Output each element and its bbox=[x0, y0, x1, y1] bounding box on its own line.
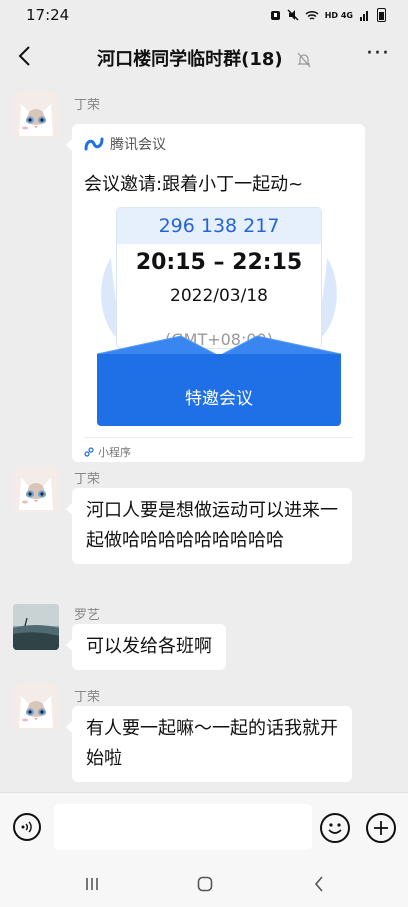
cat-avatar-icon bbox=[13, 466, 59, 512]
meeting-time-range: 20:15 – 22:15 bbox=[135, 250, 303, 275]
avatar[interactable] bbox=[13, 92, 59, 138]
recents-button[interactable] bbox=[78, 872, 106, 896]
system-back-icon bbox=[314, 876, 323, 892]
card-source-label: 腾讯会议 bbox=[110, 137, 166, 153]
alarm-icon bbox=[270, 11, 280, 20]
home-button[interactable] bbox=[191, 872, 219, 896]
sender-name: 丁荣 bbox=[74, 472, 101, 487]
system-back-button[interactable] bbox=[305, 872, 333, 896]
message-bubble[interactable]: 可以发给各班啊 bbox=[66, 624, 226, 670]
card-footer: 小程序 bbox=[84, 444, 131, 460]
wifi-icon bbox=[305, 10, 319, 20]
sender-name: 罗艺 bbox=[74, 608, 101, 623]
voice-icon bbox=[21, 821, 32, 833]
status-bar: 17:24 HD 4G bbox=[0, 0, 408, 30]
signal-icon bbox=[360, 11, 368, 21]
landscape-avatar-icon bbox=[13, 604, 59, 650]
more-button[interactable]: ··· bbox=[366, 41, 390, 66]
message-bubble[interactable]: 有人要一起嘛～一起的话我就开始啦 bbox=[66, 706, 352, 782]
plus-icon bbox=[374, 821, 388, 835]
mute-icon bbox=[287, 9, 299, 21]
input-bar bbox=[0, 792, 408, 860]
invite-button-label: 特邀会议 bbox=[185, 389, 253, 409]
avatar[interactable] bbox=[13, 684, 59, 730]
message-bubble[interactable]: 河口人要是想做运动可以进来一起做哈哈哈哈哈哈哈哈哈 bbox=[66, 488, 352, 564]
meeting-id: 296 138 217 bbox=[117, 208, 321, 244]
system-navigation-bar bbox=[0, 860, 408, 907]
emoji-icon bbox=[328, 823, 342, 834]
avatar[interactable] bbox=[13, 604, 59, 650]
card-footer-label: 小程序 bbox=[98, 446, 131, 459]
more-actions-button[interactable] bbox=[366, 813, 396, 843]
sender-name: 丁荣 bbox=[74, 690, 101, 705]
cat-avatar-icon bbox=[13, 684, 59, 730]
message-item: 丁荣 腾讯会议 会议邀请:跟着小丁一起动~ 296 138 217 20:15 … bbox=[0, 92, 408, 462]
voice-button[interactable] bbox=[13, 813, 41, 841]
status-icons: HD 4G bbox=[270, 8, 386, 22]
group-title-text: 河口楼同学临时群(18) bbox=[97, 49, 283, 70]
chat-header: 河口楼同学临时群(18) ··· bbox=[0, 30, 408, 82]
card-title: 会议邀请:跟着小丁一起动~ bbox=[84, 174, 304, 195]
avatar[interactable] bbox=[13, 466, 59, 512]
sender-name: 丁荣 bbox=[74, 98, 101, 113]
card-source: 腾讯会议 bbox=[84, 134, 166, 154]
mini-program-icon bbox=[84, 447, 94, 457]
network-label: HD 4G bbox=[324, 10, 353, 20]
meeting-invite: 296 138 217 20:15 – 22:15 2022/03/18 (GM… bbox=[97, 208, 341, 426]
message-item: 丁荣 河口人要是想做运动可以进来一起做哈哈哈哈哈哈哈哈哈 bbox=[0, 466, 408, 596]
message-item: 丁荣 有人要一起嘛～一起的话我就开始啦 bbox=[0, 682, 408, 792]
group-title: 河口楼同学临时群(18) bbox=[0, 45, 408, 71]
more-icon: ··· bbox=[366, 41, 390, 66]
tencent-meeting-logo-icon bbox=[84, 137, 104, 151]
card-divider bbox=[84, 437, 353, 438]
home-icon bbox=[197, 876, 213, 892]
cat-avatar-icon bbox=[13, 92, 59, 138]
status-time: 17:24 bbox=[26, 6, 70, 24]
recents-icon bbox=[86, 878, 98, 890]
battery-icon bbox=[377, 8, 386, 22]
message-item: 罗艺 可以发给各班啊 bbox=[0, 602, 408, 682]
meeting-date: 2022/03/18 bbox=[170, 286, 268, 306]
mute-bell-icon bbox=[297, 52, 311, 68]
message-input[interactable] bbox=[54, 804, 312, 850]
message-list: 丁荣 腾讯会议 会议邀请:跟着小丁一起动~ 296 138 217 20:15 … bbox=[0, 82, 408, 792]
mini-program-card[interactable]: 腾讯会议 会议邀请:跟着小丁一起动~ 296 138 217 20:15 – 2… bbox=[66, 124, 365, 462]
emoji-button[interactable] bbox=[320, 813, 350, 843]
